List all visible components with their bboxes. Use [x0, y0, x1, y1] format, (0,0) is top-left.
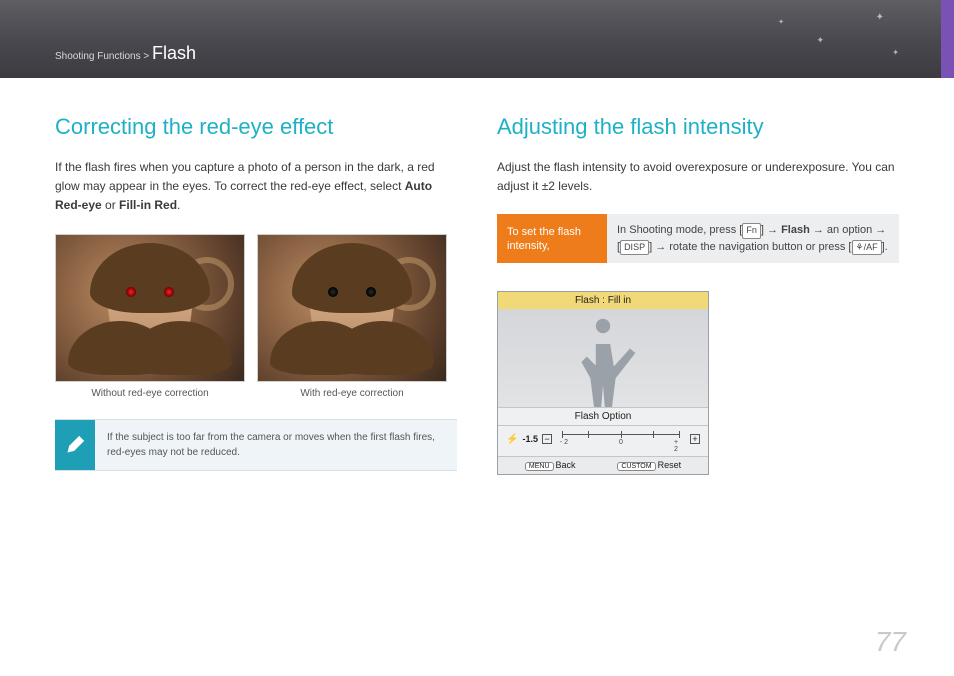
decoration-sparkle: ✦	[876, 12, 884, 23]
flash-lcd-panel: Flash : Fill in Flash Option ⚡ -1.5 −	[497, 291, 709, 475]
caption-without: Without red-eye correction	[55, 388, 245, 399]
breadcrumb: Shooting Functions > Flash	[55, 43, 196, 78]
disp-button-label: DISP	[620, 240, 649, 256]
instruction-row: To set the flash intensity, In Shooting …	[497, 214, 899, 263]
lcd-reset: CUSTOMReset	[617, 460, 681, 471]
instr-text: In Shooting mode, press [	[617, 224, 742, 236]
note-text: If the subject is too far from the camer…	[95, 420, 457, 470]
flash-intensity-paragraph: Adjust the flash intensity to avoid over…	[497, 158, 899, 196]
menu-button-icon: MENU	[525, 462, 554, 471]
instr-end: ].	[882, 241, 888, 253]
flash-bolt-icon: ⚡	[506, 434, 518, 445]
lcd-option-label: Flash Option	[498, 407, 708, 425]
page-number: 77	[875, 626, 906, 658]
heading-red-eye: Correcting the red-eye effect	[55, 114, 457, 140]
scale-max-label: + 2	[674, 439, 682, 453]
decoration-sparkle: ✦	[892, 48, 899, 57]
flash-keyword: Flash	[781, 224, 810, 236]
column-right: Adjusting the flash intensity Adjust the…	[497, 114, 899, 475]
note-box: If the subject is too far from the camer…	[55, 419, 457, 471]
sample-photo-red-eye	[55, 234, 245, 382]
red-eye-paragraph: If the flash fires when you capture a ph…	[55, 158, 457, 216]
text-period: .	[177, 198, 180, 212]
red-eye-para-text: If the flash fires when you capture a ph…	[55, 160, 435, 193]
lcd-viewport	[498, 309, 708, 407]
reset-label: Reset	[658, 460, 682, 470]
person-silhouette-icon	[558, 317, 648, 407]
content-area: Correcting the red-eye effect If the fla…	[0, 78, 954, 475]
text-or: or	[102, 198, 119, 212]
sample-photo-corrected	[257, 234, 447, 382]
scale-mid-label: 0	[619, 439, 623, 446]
arrow-icon: →	[875, 224, 886, 236]
arrow-icon: →	[813, 224, 824, 236]
scale-minus-icon: −	[542, 434, 552, 444]
instr-an-option: an option	[827, 224, 872, 236]
breadcrumb-section: Shooting Functions	[55, 51, 141, 62]
lcd-footer: MENUBack CUSTOMReset	[498, 456, 708, 474]
instr-rotate-text: rotate the navigation button or press [	[669, 241, 851, 253]
arrow-icon: →	[767, 224, 778, 236]
breadcrumb-page: Flash	[152, 43, 196, 63]
back-label: Back	[556, 460, 576, 470]
custom-button-icon: CUSTOM	[617, 462, 655, 471]
lcd-back: MENUBack	[525, 460, 576, 471]
af-button-label: ⚘/AF	[852, 240, 882, 256]
page-header: ✦ ✦ ✦ ✦ Shooting Functions > Flash	[0, 0, 954, 78]
scale-min-label: - 2	[560, 439, 568, 446]
breadcrumb-separator: >	[141, 51, 152, 62]
column-left: Correcting the red-eye effect If the fla…	[55, 114, 457, 475]
flash-intensity-scale: ⚡ -1.5 − - 2 0 + 2 +	[498, 425, 708, 456]
arrow-icon: →	[655, 241, 666, 253]
scale-ruler: - 2 0 + 2	[556, 430, 686, 448]
normal-eye-left	[328, 287, 338, 297]
flash-intensity-value: -1.5	[522, 434, 538, 444]
figure-without-correction: Without red-eye correction	[55, 234, 245, 399]
figure-with-correction: With red-eye correction	[257, 234, 447, 399]
red-eye-right	[164, 287, 174, 297]
caption-with: With red-eye correction	[257, 388, 447, 399]
bg-ring-decoration	[382, 257, 436, 311]
instruction-label: To set the flash intensity,	[497, 214, 607, 263]
red-eye-left	[126, 287, 136, 297]
heading-flash-intensity: Adjusting the flash intensity	[497, 114, 899, 140]
decoration-sparkle: ✦	[816, 35, 824, 46]
lcd-title: Flash : Fill in	[498, 292, 708, 309]
note-icon	[55, 420, 95, 470]
normal-eye-right	[366, 287, 376, 297]
instruction-steps: In Shooting mode, press [Fn] → Flash → a…	[607, 214, 899, 263]
scale-plus-icon: +	[690, 434, 700, 444]
decoration-sparkle: ✦	[778, 18, 784, 26]
option-fill-in-red: Fill-in Red	[119, 198, 177, 212]
bg-ring-decoration	[180, 257, 234, 311]
red-eye-image-pair: Without red-eye correction With red-eye …	[55, 234, 457, 399]
fn-button-label: Fn	[742, 223, 761, 239]
